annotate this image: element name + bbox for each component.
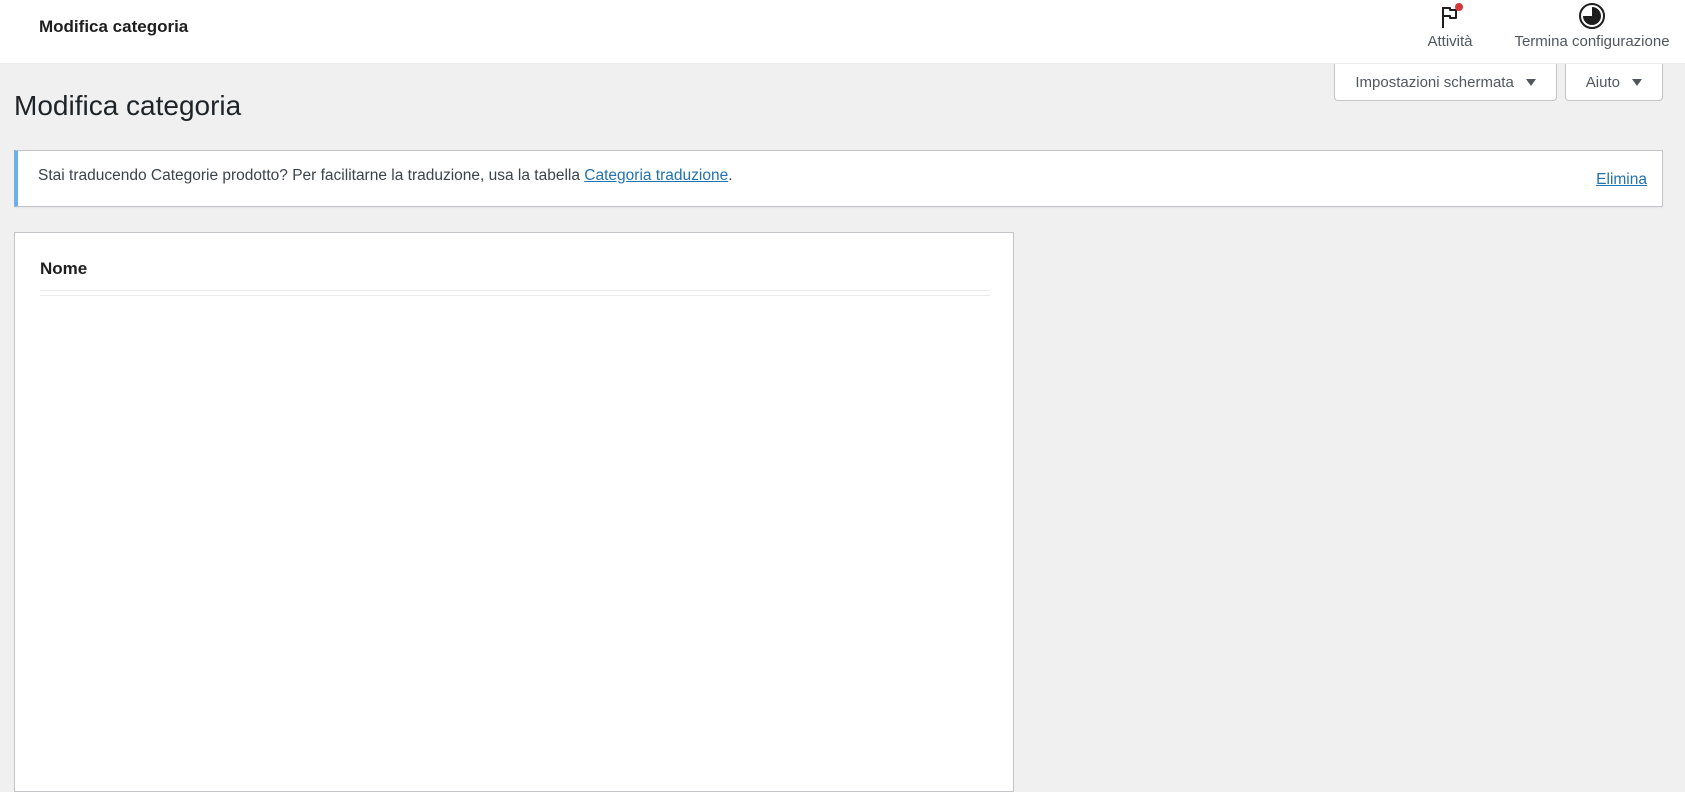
screen-settings-button[interactable]: Impostazioni schermata	[1334, 64, 1557, 101]
notice-text: Stai traducendo Categorie prodotto? Per …	[38, 167, 733, 185]
progress-circle-icon	[1578, 2, 1606, 30]
setup-label: Termina configurazione	[1514, 33, 1670, 50]
help-label: Aiuto	[1585, 73, 1620, 91]
caret-down-icon	[1525, 78, 1536, 86]
translation-notice: Stai traducendo Categorie prodotto? Per …	[14, 150, 1663, 207]
dismiss-notice-link[interactable]: Elimina	[1596, 171, 1647, 189]
top-bar: Modifica categoria Attività Termina conf…	[0, 0, 1685, 64]
notice-period: .	[728, 167, 733, 184]
topbar-title: Modifica categoria	[39, 17, 189, 36]
translation-link[interactable]: Categoria traduzione	[584, 167, 728, 184]
caret-down-icon	[1632, 78, 1642, 86]
activity-button[interactable]: Attività	[1418, 0, 1482, 64]
name-field[interactable]	[40, 290, 990, 296]
screen-settings-label: Impostazioni schermata	[1355, 73, 1514, 91]
activity-label: Attività	[1427, 33, 1473, 50]
setup-button[interactable]: Termina configurazione	[1504, 0, 1680, 64]
name-field-label: Nome	[40, 259, 88, 278]
flag-icon	[1438, 3, 1463, 30]
notification-badge	[1455, 3, 1463, 11]
screen-meta-links: Impostazioni schermata Aiuto	[1334, 64, 1663, 101]
notice-message: Stai traducendo Categorie prodotto? Per …	[38, 167, 585, 184]
edit-category-card: Nome	[14, 232, 1014, 792]
help-button[interactable]: Aiuto	[1564, 64, 1663, 101]
page-title: Modifica categoria	[14, 90, 242, 121]
